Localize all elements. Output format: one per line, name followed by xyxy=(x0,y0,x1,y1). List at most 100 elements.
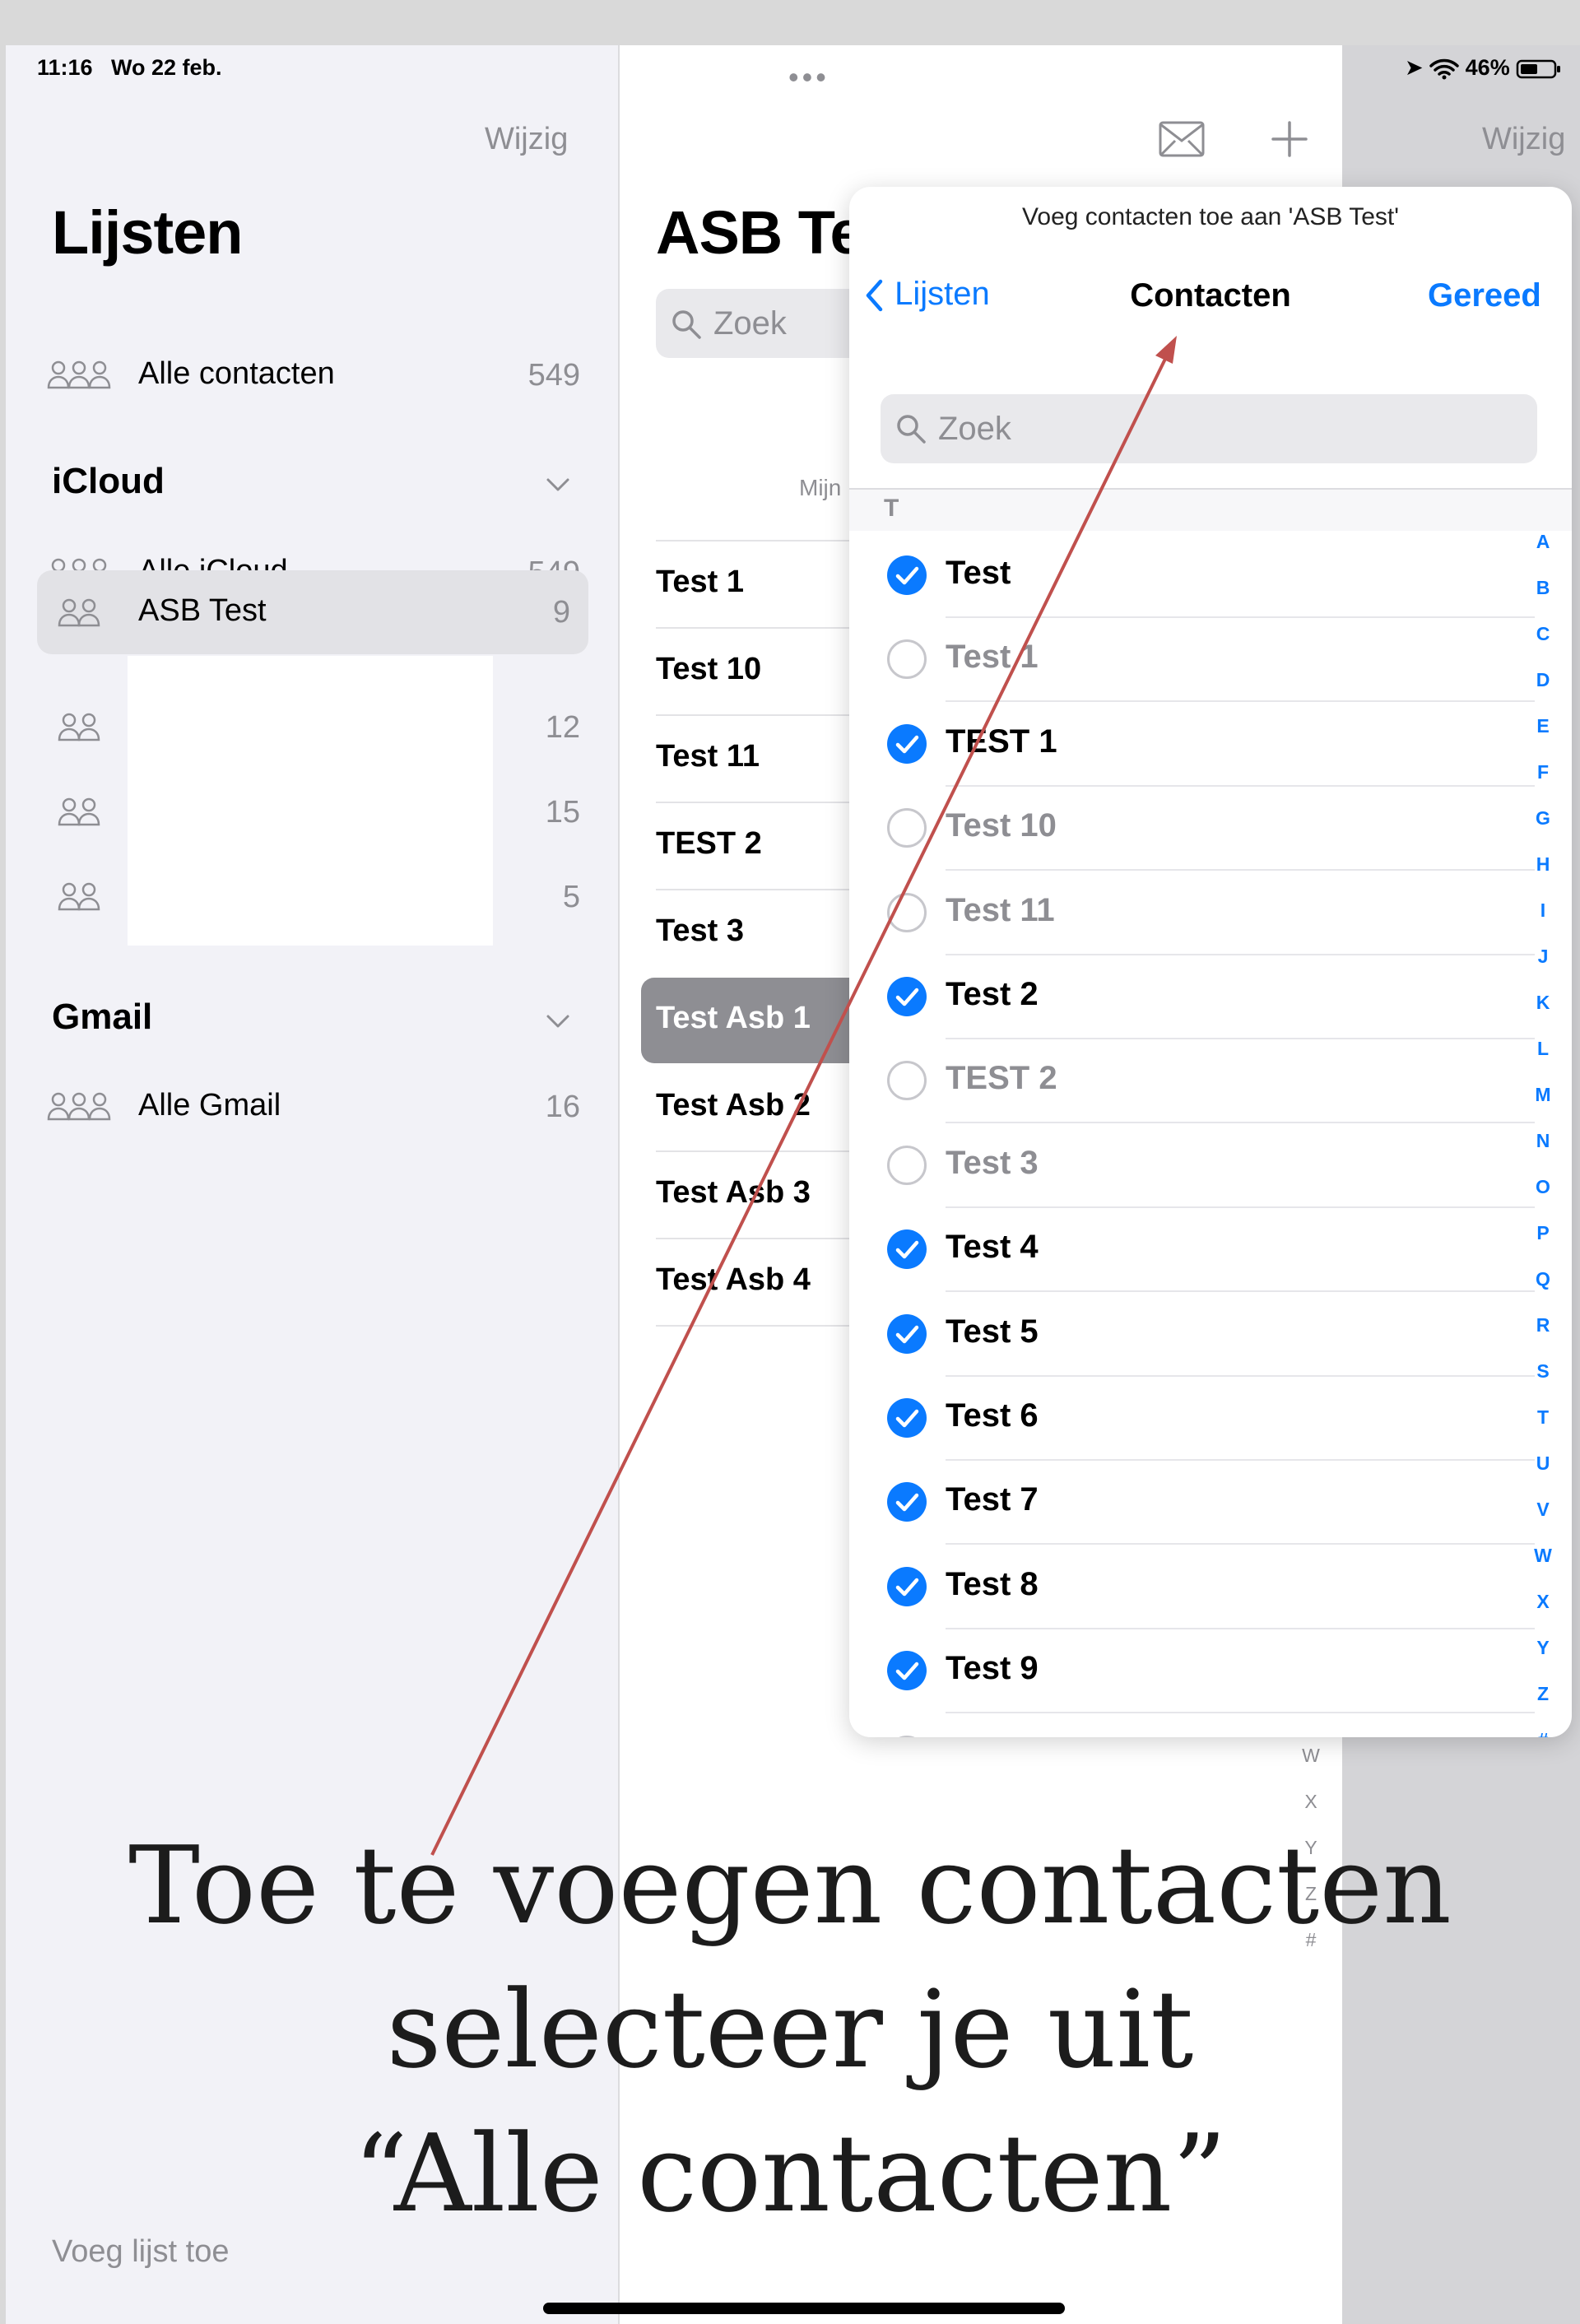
empty-circle-icon[interactable] xyxy=(887,639,927,680)
index-letter[interactable]: Q xyxy=(1531,1268,1555,1290)
index-letter[interactable]: I xyxy=(1531,899,1555,922)
search-placeholder: Zoek xyxy=(938,411,1011,447)
index-letter[interactable]: A xyxy=(1531,531,1555,553)
search-icon xyxy=(897,415,926,444)
plus-icon[interactable] xyxy=(1271,121,1308,157)
redacted-area xyxy=(656,379,779,543)
index-letter[interactable]: # xyxy=(1531,1729,1555,1737)
contact-name: Test 3 xyxy=(656,913,745,948)
contact-name: Test Asb 2 xyxy=(656,1088,811,1122)
detail-edit-button[interactable]: Wijzig xyxy=(1482,122,1565,157)
caption-line-1: Toe te voegen contacten xyxy=(128,1823,1452,1948)
sidebar-item-count: 12 xyxy=(545,710,580,745)
redacted-area xyxy=(128,656,493,946)
sidebar-edit-button[interactable]: Wijzig xyxy=(485,122,568,157)
chevron-down-icon[interactable] xyxy=(546,1013,570,1030)
contact-name: Test 6 xyxy=(946,1397,1039,1434)
index-letter[interactable]: C xyxy=(1531,623,1555,645)
index-letter[interactable]: U xyxy=(1531,1452,1555,1475)
empty-circle-icon[interactable] xyxy=(887,808,927,848)
checkmark-circle-icon[interactable] xyxy=(887,723,927,764)
index-letter[interactable]: V xyxy=(1531,1499,1555,1521)
contact-name: Test Asb 4 xyxy=(656,1262,811,1297)
selectable-contact-row[interactable]: Test 5 xyxy=(849,1292,1572,1376)
empty-circle-icon[interactable] xyxy=(887,1061,927,1101)
selectable-contact-row[interactable]: Test 3 xyxy=(849,1123,1572,1207)
selectable-contact-row[interactable]: Test 1 xyxy=(849,617,1572,701)
selectable-contact-row[interactable]: Test 9 xyxy=(849,1629,1572,1713)
contact-name: Test 11 xyxy=(656,739,760,774)
multitasking-dots-icon[interactable]: ••• xyxy=(788,60,830,95)
contact-name: TEST 2 xyxy=(656,826,762,861)
checkmark-circle-icon[interactable] xyxy=(887,1482,927,1522)
battery-icon xyxy=(1516,58,1562,80)
checkmark-circle-icon[interactable] xyxy=(887,1651,927,1691)
index-letter[interactable]: B xyxy=(1531,577,1555,599)
index-letter[interactable]: W xyxy=(1299,1745,1323,1767)
selectable-contact-row[interactable]: Test 8 xyxy=(849,1545,1572,1629)
contact-name: TEST 1 xyxy=(946,723,1057,760)
index-letter[interactable]: E xyxy=(1531,715,1555,737)
selectable-contact-row[interactable]: TEST 2 xyxy=(849,1039,1572,1122)
sheet-search-field[interactable]: Zoek xyxy=(881,394,1537,463)
index-letter[interactable]: L xyxy=(1531,1038,1555,1060)
sidebar-item-label: Alle Gmail xyxy=(138,1088,281,1122)
index-letter[interactable]: S xyxy=(1531,1360,1555,1383)
checkmark-circle-icon[interactable] xyxy=(887,555,927,595)
sidebar-item-count: 15 xyxy=(545,795,580,830)
checkmark-circle-icon[interactable] xyxy=(887,1313,927,1354)
selectable-contact-row[interactable]: Test 7 xyxy=(849,1460,1572,1544)
index-letter[interactable]: H xyxy=(1531,853,1555,876)
mail-icon[interactable] xyxy=(1159,121,1205,157)
contact-name: Test Asb 3 xyxy=(656,1175,811,1210)
checkmark-circle-icon[interactable] xyxy=(887,1398,927,1438)
selectable-contact-row[interactable]: Test 4 xyxy=(849,1207,1572,1291)
home-indicator[interactable] xyxy=(543,2303,1065,2314)
contact-name: Test 9 xyxy=(946,1650,1039,1687)
index-letter[interactable]: M xyxy=(1531,1084,1555,1106)
contact-name: Test 1 xyxy=(656,565,745,599)
index-letter[interactable]: X xyxy=(1299,1791,1323,1813)
empty-circle-icon[interactable] xyxy=(887,1145,927,1185)
selectable-contact-row[interactable]: Test xyxy=(849,533,1572,617)
index-letter[interactable]: Y xyxy=(1531,1637,1555,1659)
selectable-contact-row[interactable]: Test 11 xyxy=(849,871,1572,955)
add-list-button[interactable]: Voeg lijst toe xyxy=(52,2234,229,2270)
selectable-contact-row[interactable]: Test 10 xyxy=(849,786,1572,870)
index-letter[interactable]: P xyxy=(1531,1222,1555,1244)
section-title-icloud: iCloud xyxy=(52,461,165,501)
index-letter[interactable]: N xyxy=(1531,1130,1555,1152)
contact-name: Test 10 xyxy=(946,807,1057,844)
contact-name: Test 10 xyxy=(656,652,762,686)
index-letter[interactable]: W xyxy=(1531,1545,1555,1567)
selectable-contact-row[interactable]: Test 2 xyxy=(849,955,1572,1039)
chevron-down-icon[interactable] xyxy=(546,476,570,493)
checkmark-circle-icon[interactable] xyxy=(887,977,927,1016)
index-letter[interactable]: D xyxy=(1531,669,1555,691)
status-icons: ➤ 46% xyxy=(1405,55,1562,81)
empty-circle-icon[interactable] xyxy=(887,892,927,932)
index-letter[interactable]: R xyxy=(1531,1314,1555,1336)
index-letter[interactable]: F xyxy=(1531,761,1555,783)
sidebar-item-all-contacts[interactable]: Alle contacten 549 xyxy=(47,346,598,404)
checkmark-circle-icon[interactable] xyxy=(887,1229,927,1270)
contact-name: Test 11 xyxy=(946,891,1055,928)
people-icon xyxy=(58,882,100,911)
index-letter[interactable]: Z xyxy=(1531,1683,1555,1705)
selectable-contact-row[interactable]: Test Asb xyxy=(849,1713,1572,1737)
empty-circle-icon[interactable] xyxy=(887,1735,927,1737)
index-letter[interactable]: T xyxy=(1531,1406,1555,1429)
index-letter[interactable]: X xyxy=(1531,1591,1555,1613)
selectable-contact-row[interactable]: Test 6 xyxy=(849,1376,1572,1460)
sidebar-item-all-gmail[interactable]: Alle Gmail 16 xyxy=(47,1078,598,1136)
index-letter[interactable]: O xyxy=(1531,1176,1555,1198)
sidebar-item-asb-test[interactable]: ASB Test 9 xyxy=(37,570,588,654)
checkmark-circle-icon[interactable] xyxy=(887,1566,927,1606)
selectable-contact-row[interactable]: TEST 1 xyxy=(849,702,1572,786)
contact-name: Test Asb xyxy=(946,1735,1080,1737)
index-letter[interactable]: J xyxy=(1531,946,1555,968)
done-button[interactable]: Gereed xyxy=(1428,277,1541,314)
contact-name: TEST 2 xyxy=(946,1060,1057,1097)
index-letter[interactable]: G xyxy=(1531,807,1555,830)
index-letter[interactable]: K xyxy=(1531,992,1555,1014)
